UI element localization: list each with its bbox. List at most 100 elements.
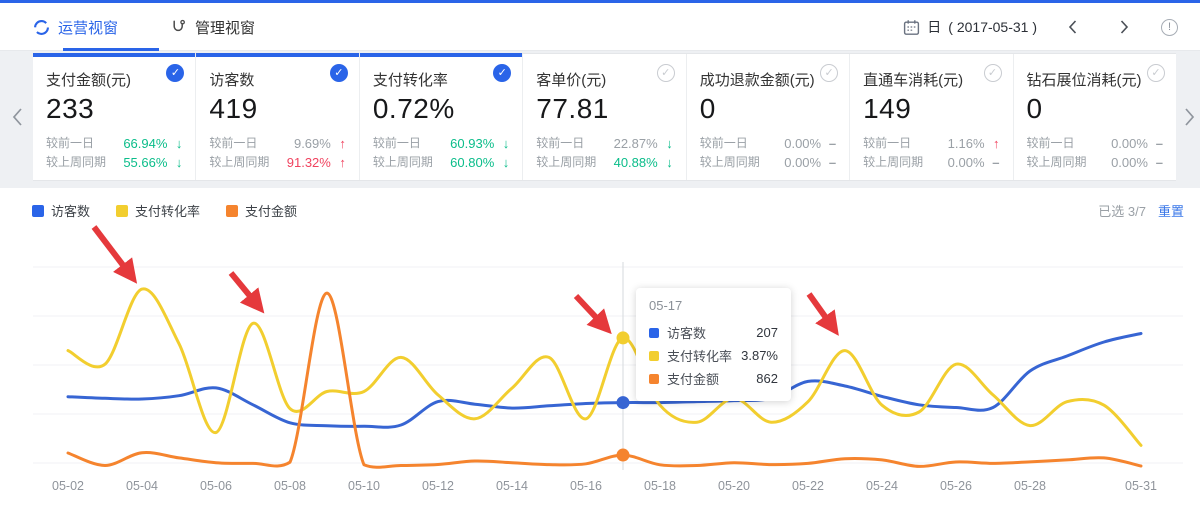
metric-card-payment-amount[interactable]: ✓ 支付金额(元) 233 较前一日66.94%↓ 较上周同期55.66%↓ <box>33 54 196 180</box>
compare-label: 较前一日 <box>536 134 584 153</box>
chevron-right-icon <box>1119 19 1130 35</box>
trend-down-icon: ↓ <box>658 153 673 172</box>
check-icon[interactable]: ✓ <box>984 64 1002 82</box>
trend-flat-icon: – <box>985 153 1000 172</box>
card-title: 直通车消耗(元) <box>863 69 999 90</box>
compare-value: 91.32% <box>287 153 331 172</box>
x-axis-label: 05-28 <box>1014 479 1046 493</box>
info-icon[interactable]: ! <box>1161 19 1178 36</box>
legend-label: 支付转化率 <box>135 201 200 220</box>
tooltip-value: 207 <box>756 325 778 340</box>
compare-label: 较前一日 <box>1027 134 1075 153</box>
compare-value: 0.00% <box>1111 153 1148 172</box>
compare-label: 较上周同期 <box>863 153 923 172</box>
tab-management-window[interactable]: 管理视窗 <box>170 3 255 51</box>
card-title: 访客数 <box>209 69 345 90</box>
metric-card-zhitongche-spend[interactable]: ✓ 直通车消耗(元) 149 较前一日 1.16%↑ 较上周同期 0.00%– <box>850 54 1013 180</box>
legend-swatch-icon <box>116 205 128 217</box>
metric-card-avg-order-value[interactable]: ✓ 客单价(元) 77.81 较前一日22.87%↓ 较上周同期40.88%↓ <box>523 54 686 180</box>
chart-tooltip: 05-17 访客数207 支付转化率3.87% 支付金额862 <box>636 288 791 401</box>
x-axis-label: 05-22 <box>792 479 824 493</box>
x-axis-label: 05-20 <box>718 479 750 493</box>
check-icon[interactable]: ✓ <box>330 64 348 82</box>
x-axis-label: 05-06 <box>200 479 232 493</box>
series-swatch-icon <box>649 374 659 384</box>
date-next-button[interactable] <box>1113 14 1135 40</box>
legend-item-conversion-rate[interactable]: 支付转化率 <box>116 201 200 220</box>
compare-label: 较上周同期 <box>373 153 433 172</box>
sync-circle-icon <box>33 19 50 36</box>
tab-management-label: 管理视窗 <box>195 17 255 38</box>
card-value: 77.81 <box>536 93 672 125</box>
tooltip-value: 862 <box>756 371 778 386</box>
legend-swatch-icon <box>32 205 44 217</box>
trend-up-icon: ↑ <box>985 134 1000 153</box>
card-value: 419 <box>209 93 345 125</box>
trend-down-icon: ↓ <box>167 134 182 153</box>
date-value: ( 2017-05-31 ) <box>948 19 1037 35</box>
line-chart[interactable]: 05-0205-0405-0605-0805-1005-1205-1405-16… <box>0 188 1200 523</box>
trend-chart-panel[interactable]: 访客数 支付转化率 支付金额 已选 3/7 重置 05-02 05-04 05-06… <box>0 188 1200 523</box>
trend-flat-icon: – <box>1148 153 1163 172</box>
compare-value: 1.16% <box>948 134 985 153</box>
card-value: 0 <box>1027 93 1163 125</box>
tooltip-label: 支付转化率 <box>667 346 732 365</box>
check-icon[interactable]: ✓ <box>820 64 838 82</box>
active-tab-underline <box>63 48 159 51</box>
chevron-left-icon <box>1067 19 1078 35</box>
highlight-dot-访客数 <box>617 396 630 409</box>
check-icon[interactable]: ✓ <box>657 64 675 82</box>
metric-card-visitors[interactable]: ✓ 访客数 419 较前一日9.69%↑ 较上周同期91.32%↑ <box>196 54 359 180</box>
cards-scroll-right-button[interactable] <box>1183 106 1197 133</box>
x-axis-label: 05-16 <box>570 479 602 493</box>
legend-label: 支付金额 <box>245 201 297 220</box>
tooltip-row: 支付金额862 <box>649 367 778 390</box>
compare-label: 较上周同期 <box>46 153 106 172</box>
check-icon[interactable]: ✓ <box>1147 64 1165 82</box>
compare-label: 较前一日 <box>209 134 257 153</box>
annotation-arrow-icon <box>231 273 259 307</box>
legend-controls: 已选 3/7 重置 <box>1098 201 1184 220</box>
compare-value: 0.00% <box>948 153 985 172</box>
legend-item-visitors[interactable]: 访客数 <box>32 201 90 220</box>
chevron-left-icon <box>10 106 24 128</box>
card-title: 支付金额(元) <box>46 69 182 90</box>
trend-flat-icon: – <box>821 153 836 172</box>
compare-label: 较上周同期 <box>700 153 760 172</box>
metric-card-diamond-booth-spend[interactable]: ✓ 钻石展位消耗(元) 0 较前一日0.00%– 较上周同期0.00%– <box>1014 54 1176 180</box>
date-mode[interactable]: 日 <box>927 17 941 37</box>
legend-item-payment-amount[interactable]: 支付金额 <box>226 201 297 220</box>
x-axis-label: 05-02 <box>52 479 84 493</box>
card-value: 149 <box>863 93 999 125</box>
card-title: 支付转化率 <box>373 69 509 90</box>
compare-value: 66.94% <box>123 134 167 153</box>
date-prev-button[interactable] <box>1061 14 1083 40</box>
dashboard: 运营视窗 管理视窗 日 ( 2017-05-31 ) <box>0 0 1200 523</box>
compare-value: 0.00% <box>1111 134 1148 153</box>
card-title: 钻石展位消耗(元) <box>1027 69 1163 90</box>
trend-down-icon: ↓ <box>494 153 509 172</box>
x-axis-label: 05-08 <box>274 479 306 493</box>
metric-card-conversion-rate[interactable]: ✓ 支付转化率 0.72% 较前一日60.93%↓ 较上周同期60.80%↓ <box>360 54 523 180</box>
tab-operations-window[interactable]: 运营视窗 <box>33 3 118 51</box>
reset-link[interactable]: 重置 <box>1158 201 1184 220</box>
compare-value: 55.66% <box>123 153 167 172</box>
compare-value: 22.87% <box>614 134 658 153</box>
highlight-dot-支付转化率 <box>617 331 630 344</box>
compare-label: 较上周同期 <box>209 153 269 172</box>
tab-operations-label: 运营视窗 <box>58 17 118 38</box>
calendar-icon[interactable] <box>903 19 920 36</box>
x-axis-label: 05-24 <box>866 479 898 493</box>
compare-label: 较前一日 <box>863 134 911 153</box>
tooltip-row: 访客数207 <box>649 321 778 344</box>
cards-scroll-left-button[interactable] <box>10 106 24 133</box>
compare-label: 较前一日 <box>373 134 421 153</box>
compare-label: 较上周同期 <box>1027 153 1087 172</box>
chart-legend: 访客数 支付转化率 支付金额 <box>32 201 297 220</box>
metric-card-refund-amount[interactable]: ✓ 成功退款金额(元) 0 较前一日0.00%– 较上周同期0.00%– <box>687 54 850 180</box>
x-axis-label: 05-04 <box>126 479 158 493</box>
card-value: 0.72% <box>373 93 509 125</box>
series-line-支付转化率 <box>68 289 1141 446</box>
trend-down-icon: ↓ <box>658 134 673 153</box>
highlight-dot-支付金额 <box>617 449 630 462</box>
